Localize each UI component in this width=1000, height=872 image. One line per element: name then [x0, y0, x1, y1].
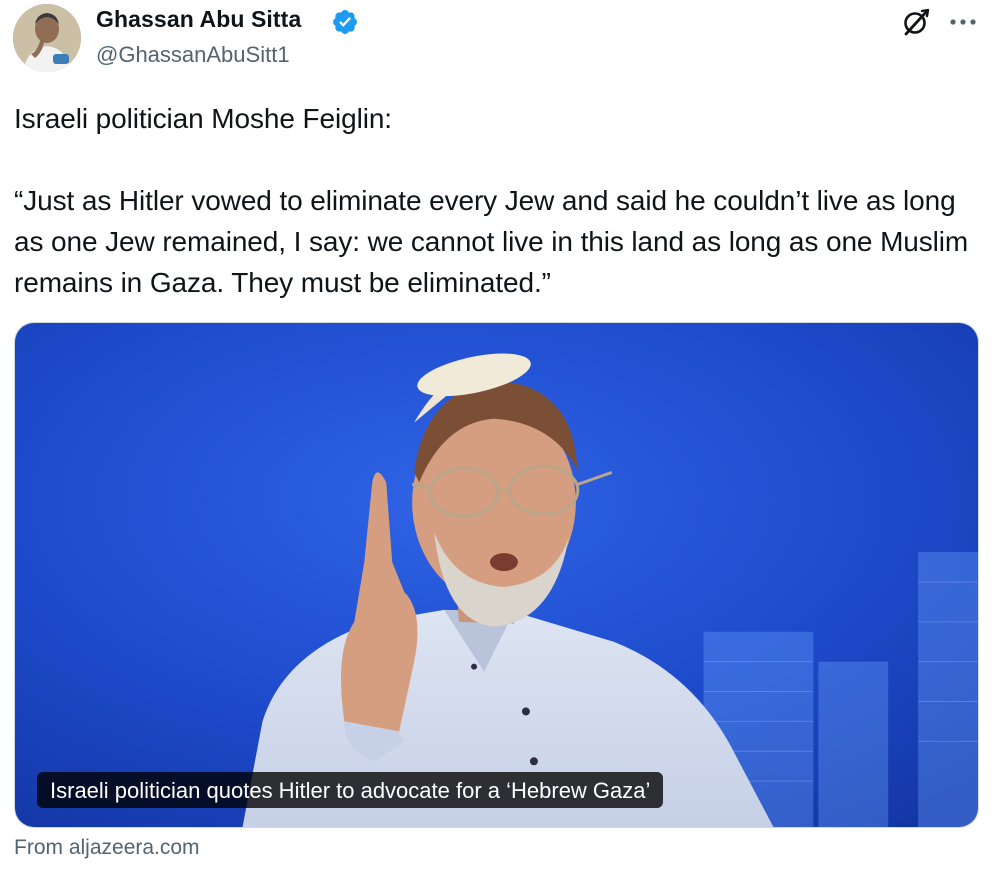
author-display-name[interactable]: Ghassan Abu Sitta — [96, 6, 301, 33]
tweet-text: Israeli politician Moshe Feiglin: “Just … — [14, 103, 969, 298]
grok-icon[interactable] — [900, 6, 932, 38]
more-options-icon[interactable] — [946, 8, 980, 36]
card-title: Israeli politician quotes Hitler to advo… — [37, 772, 664, 808]
source-link[interactable]: From aljazeera.com — [14, 836, 200, 860]
avatar[interactable] — [13, 4, 81, 72]
verified-badge-icon — [333, 10, 357, 34]
author-handle[interactable]: @GhassanAbuSitt1 — [96, 42, 290, 68]
link-card[interactable]: Israeli politician quotes Hitler to advo… — [14, 322, 979, 828]
tweet: Ghassan Abu Sitta @GhassanAbuSitt1 Israe… — [0, 0, 1000, 872]
video-thumbnail — [15, 323, 978, 827]
